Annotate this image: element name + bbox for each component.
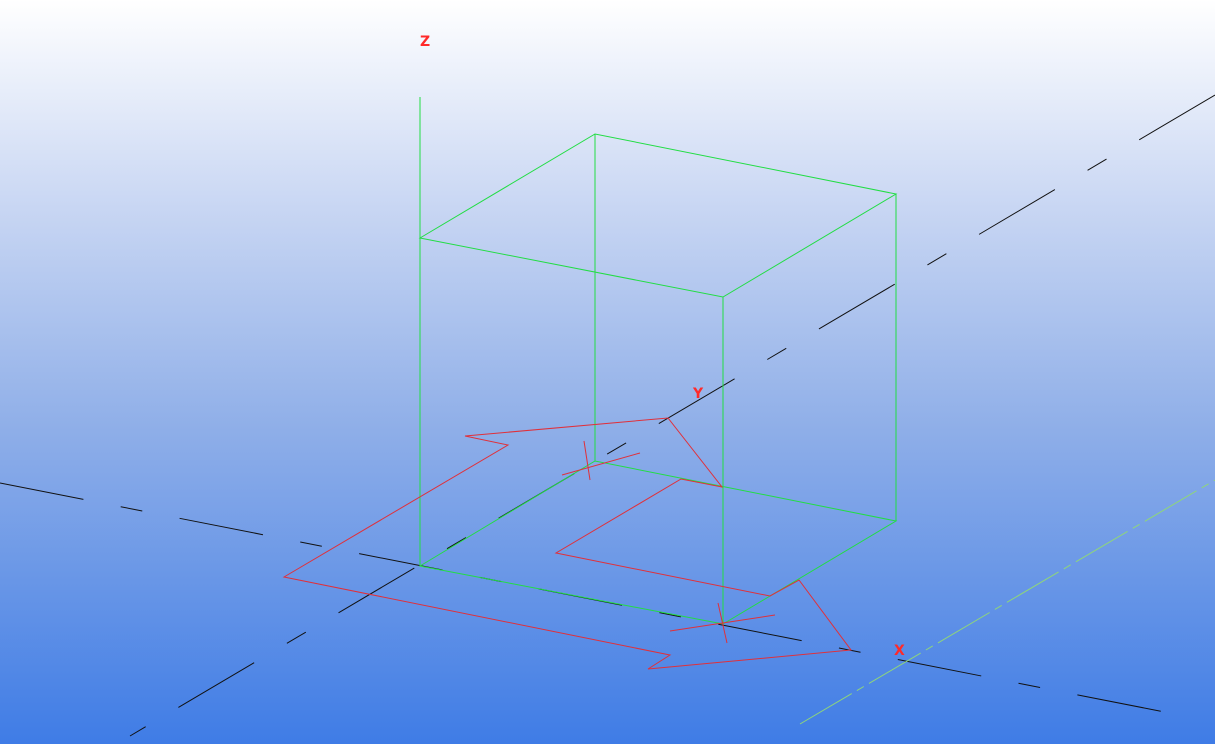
marker-y-origin-h	[561, 452, 641, 476]
dashed-line-y-axis	[129, 94, 1215, 737]
construction-lines	[0, 94, 1215, 737]
axis-label-z: Z	[420, 34, 430, 50]
secondary-guide-line	[799, 479, 1215, 725]
box-top-face	[418, 133, 898, 298]
scene-canvas: Z Y X	[0, 34, 1215, 737]
wireframe-box[interactable]	[418, 133, 898, 625]
floor-shape[interactable]	[282, 417, 852, 670]
marker-y-origin-v	[583, 440, 591, 481]
floor-outline-outer	[282, 417, 852, 670]
axis-label-x: X	[894, 643, 905, 659]
3d-viewport[interactable]: Z Y X	[0, 0, 1215, 744]
axis-label-y: Y	[692, 386, 704, 402]
box-bottom-face	[418, 460, 898, 625]
